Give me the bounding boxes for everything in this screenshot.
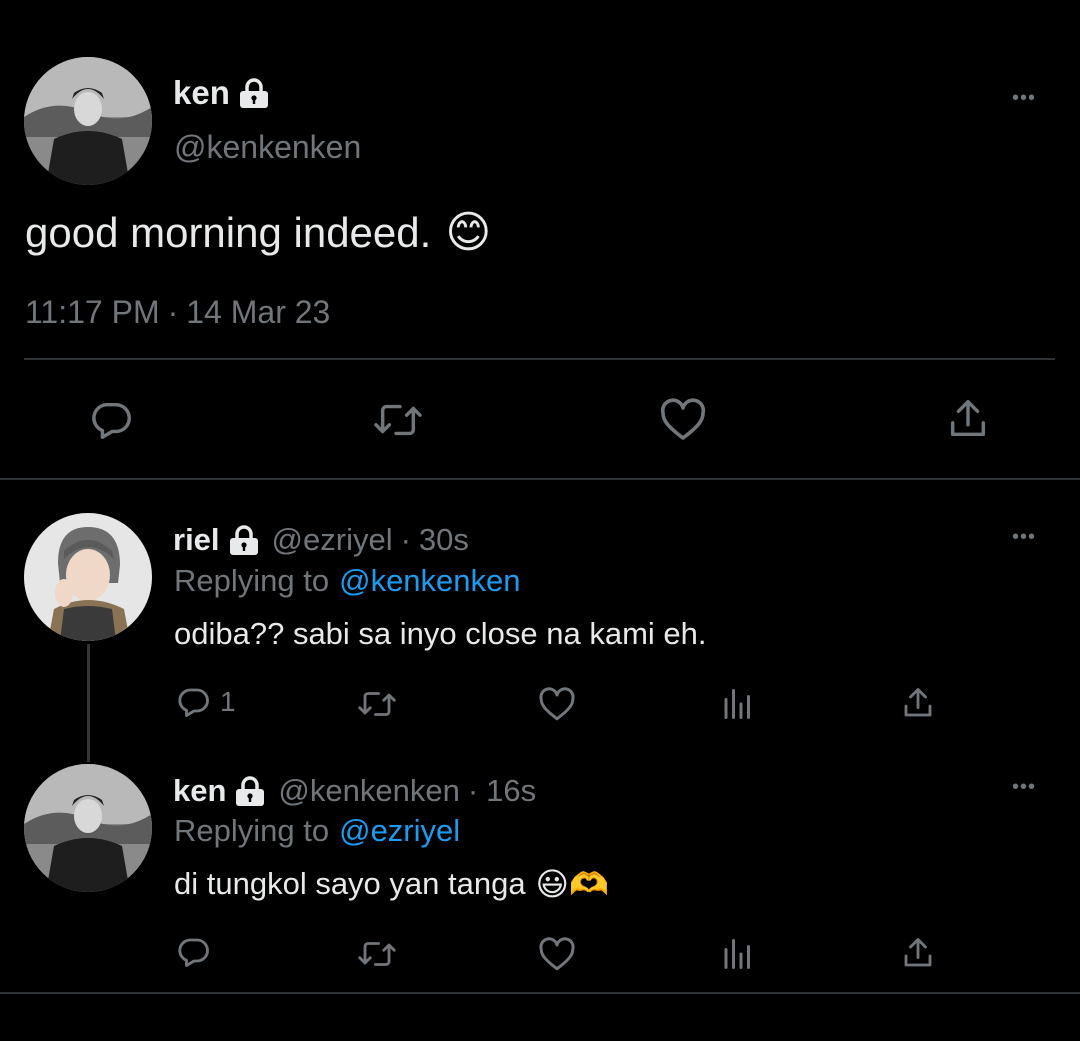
more-options-button[interactable]: ••• [1012, 88, 1036, 108]
views-icon[interactable] [720, 686, 756, 722]
retweet-icon[interactable] [370, 397, 426, 443]
reply-author-handle[interactable]: @kenkenken [278, 773, 459, 809]
share-icon[interactable] [900, 685, 936, 721]
reply-icon[interactable] [176, 684, 212, 720]
author-name[interactable]: ken [173, 74, 230, 112]
thread-line [87, 644, 90, 762]
meta-separator: · [467, 773, 479, 808]
reply-text: di tungkol sayo yan tanga [174, 866, 526, 901]
lock-icon [234, 776, 266, 806]
lock-icon [238, 78, 270, 108]
reply-author-name[interactable]: riel [173, 522, 220, 558]
meta-separator: · [167, 294, 179, 330]
share-icon[interactable] [945, 396, 991, 442]
reply-age[interactable]: 16s [486, 773, 536, 809]
reply-author-name[interactable]: ken [173, 773, 226, 809]
meta-separator: · [400, 522, 411, 557]
like-icon[interactable] [538, 937, 576, 972]
lock-icon [228, 525, 260, 555]
author-handle[interactable]: @kenkenken [174, 129, 361, 166]
tweet-date[interactable]: 14 Mar 23 [186, 294, 330, 331]
reply-avatar[interactable] [24, 764, 152, 892]
author-avatar[interactable] [24, 57, 152, 185]
tweet-time[interactable]: 11:17 PM [25, 294, 160, 331]
replying-to-link[interactable]: @kenkenken [339, 563, 520, 599]
more-options-button[interactable]: ••• [1012, 777, 1036, 797]
retweet-icon[interactable] [355, 936, 399, 972]
replying-to-link[interactable]: @ezriyel [339, 813, 460, 849]
reply-icon[interactable] [176, 934, 212, 970]
reply-text: odiba?? sabi sa inyo close na kami eh. [174, 616, 707, 651]
reply-avatar[interactable] [24, 513, 152, 641]
reply-emoji: 😃🫶 [535, 866, 609, 902]
reply-count: 1 [220, 686, 236, 717]
views-icon[interactable] [720, 936, 756, 972]
like-icon[interactable] [538, 687, 576, 722]
reply-icon[interactable] [89, 397, 135, 443]
reply-age[interactable]: 30s [419, 522, 469, 558]
tweet-emoji: 😊 [445, 208, 492, 257]
divider [0, 478, 1080, 480]
divider [24, 358, 1055, 360]
more-options-button[interactable]: ••• [1012, 527, 1036, 547]
share-icon[interactable] [900, 935, 936, 971]
replying-to-label: Replying to [174, 563, 330, 598]
divider [0, 992, 1080, 994]
like-icon[interactable] [659, 398, 707, 442]
reply-author-handle[interactable]: @ezriyel [272, 522, 393, 558]
retweet-icon[interactable] [355, 686, 399, 722]
tweet-text: good morning indeed. [25, 209, 432, 256]
replying-to-label: Replying to [174, 813, 330, 848]
